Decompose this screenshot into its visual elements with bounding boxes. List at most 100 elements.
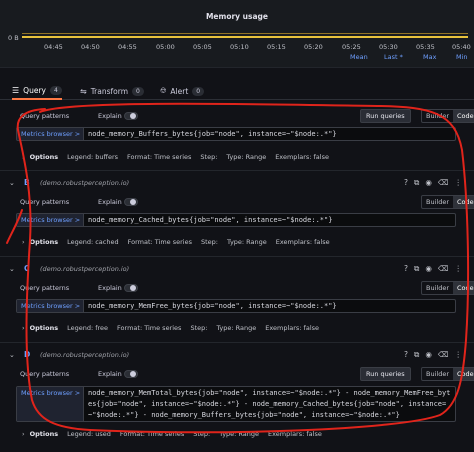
explain-label: Explain (98, 112, 122, 120)
database-icon: ☰ (12, 85, 20, 95)
option-exemplars: Exemplars: false (275, 153, 329, 161)
query-patterns-dropdown[interactable]: Query patterns (20, 112, 69, 120)
run-queries-button[interactable]: Run queries (360, 367, 411, 381)
option-format: Format: Time series (119, 430, 185, 438)
builder-mode-button[interactable]: Builder (422, 196, 453, 208)
divider (0, 256, 474, 257)
query-expression[interactable]: node_memory_Cached_bytes{job="node", ins… (88, 215, 451, 226)
legend-header-max[interactable]: Max (423, 53, 436, 61)
divider (0, 342, 474, 343)
y-axis-label: 0 B (8, 34, 19, 42)
query-editor-d[interactable]: Metrics browser > node_memory_MemTotal_b… (16, 386, 456, 422)
transform-icon: ⇋ (80, 86, 87, 96)
query-actions: ? ⧉ ◉ ⌫ ⋮ (404, 350, 462, 360)
x-tick: 05:15 (267, 43, 286, 51)
eye-icon[interactable]: ◉ (425, 350, 432, 360)
option-exemplars: Exemplars: false (268, 430, 322, 438)
metrics-browser-button[interactable]: Metrics browser > (17, 387, 84, 421)
option-step: Step: (201, 238, 218, 246)
x-tick: 04:50 (81, 43, 100, 51)
explain-toggle[interactable] (124, 370, 138, 378)
query-ref-id[interactable]: B (24, 178, 30, 187)
x-tick: 05:25 (342, 43, 361, 51)
code-mode-button[interactable]: Code (453, 368, 474, 380)
query-patterns-dropdown[interactable]: Query patterns (20, 198, 69, 206)
datasource-name: (demo.robustperception.io) (40, 179, 130, 187)
explain-toggle[interactable] (124, 284, 138, 292)
builder-mode-button[interactable]: Builder (422, 282, 453, 294)
option-step: Step: (200, 153, 218, 161)
query-ref-id[interactable]: C (24, 264, 30, 273)
chevron-right-icon: › (22, 238, 25, 246)
option-type: Type: Range (226, 153, 267, 161)
trash-icon[interactable]: ⌫ (438, 264, 449, 274)
code-mode-button[interactable]: Code (453, 196, 474, 208)
duplicate-icon[interactable]: ⧉ (414, 264, 419, 274)
eye-icon[interactable]: ◉ (425, 178, 432, 188)
query-options-c[interactable]: › Options Legend: free Format: Time seri… (22, 322, 319, 334)
legend-header-min[interactable]: Min (456, 53, 468, 61)
editor-mode-switch: Builder Code (421, 195, 474, 209)
options-label: Options (29, 238, 59, 246)
query-expression[interactable]: node_memory_MemTotal_bytes{job="node", i… (88, 388, 451, 421)
query-options-d[interactable]: › Options Legend: used Format: Time seri… (22, 428, 322, 440)
option-step: Step: (190, 324, 208, 332)
help-icon[interactable]: ? (404, 264, 408, 274)
help-icon[interactable]: ? (404, 350, 408, 360)
tab-alert[interactable]: ⎊ Alert 0 (160, 82, 205, 100)
drag-handle-icon[interactable]: ⋮ (455, 350, 463, 360)
tab-count: 4 (49, 85, 62, 95)
metrics-browser-button[interactable]: Metrics browser > (17, 300, 84, 312)
x-axis: 04:45 04:50 04:55 05:00 05:05 05:10 05:1… (0, 43, 474, 53)
explain-toggle[interactable] (124, 198, 138, 206)
duplicate-icon[interactable]: ⧉ (414, 350, 419, 360)
query-editor-a[interactable]: Metrics browser > node_memory_Buffers_by… (16, 127, 456, 141)
builder-mode-button[interactable]: Builder (422, 368, 453, 380)
legend-header-mean[interactable]: Mean (350, 53, 368, 61)
builder-mode-button[interactable]: Builder (422, 110, 453, 122)
query-ref-id[interactable]: D (24, 350, 30, 359)
x-tick: 05:20 (304, 43, 323, 51)
x-tick: 05:40 (452, 43, 471, 51)
drag-handle-icon[interactable]: ⋮ (455, 178, 463, 188)
graph-panel: Memory usage 0 B 04:45 04:50 04:55 05:00… (0, 0, 474, 68)
query-editor-b[interactable]: Metrics browser > node_memory_Cached_byt… (16, 213, 456, 227)
option-exemplars: Exemplars: false (275, 238, 330, 246)
collapse-chevron-icon[interactable]: ⌄ (9, 179, 15, 187)
query-expression[interactable]: node_memory_Buffers_bytes{job="node", in… (88, 129, 451, 140)
query-list: Query patterns Explain Run queries Build… (0, 100, 474, 452)
query-patterns-dropdown[interactable]: Query patterns (20, 370, 69, 378)
query-options-a[interactable]: › Options Legend: buffers Format: Time s… (22, 151, 329, 163)
collapse-chevron-icon[interactable]: ⌄ (9, 351, 15, 359)
duplicate-icon[interactable]: ⧉ (414, 178, 419, 188)
metrics-browser-button[interactable]: Metrics browser > (17, 214, 84, 226)
run-queries-button[interactable]: Run queries (360, 109, 411, 123)
trash-icon[interactable]: ⌫ (438, 350, 449, 360)
eye-icon[interactable]: ◉ (425, 264, 432, 274)
help-icon[interactable]: ? (404, 178, 408, 188)
option-type: Type: Range (227, 238, 267, 246)
trash-icon[interactable]: ⌫ (438, 178, 449, 188)
code-mode-button[interactable]: Code (453, 110, 474, 122)
chevron-right-icon: › (22, 324, 25, 332)
query-toolbar: Query patterns Explain Builder Code (16, 194, 474, 211)
options-label: Options (29, 153, 59, 161)
x-tick: 05:00 (156, 43, 175, 51)
query-editor-c[interactable]: Metrics browser > node_memory_MemFree_by… (16, 299, 456, 313)
metrics-browser-button[interactable]: Metrics browser > (17, 128, 84, 140)
tab-transform[interactable]: ⇋ Transform 0 (80, 82, 144, 100)
query-actions: ? ⧉ ◉ ⌫ ⋮ (404, 264, 462, 274)
legend-header-last[interactable]: Last * (384, 53, 403, 61)
explain-toggle[interactable] (124, 112, 138, 120)
option-type: Type: Range (219, 430, 260, 438)
query-options-b[interactable]: › Options Legend: cached Format: Time se… (22, 236, 330, 248)
collapse-chevron-icon[interactable]: ⌄ (9, 265, 15, 273)
code-mode-button[interactable]: Code (453, 282, 474, 294)
tab-label: Alert (170, 86, 189, 96)
editor-tabs: ☰ Query 4 ⇋ Transform 0 ⎊ Alert 0 (0, 78, 474, 100)
drag-handle-icon[interactable]: ⋮ (455, 264, 463, 274)
query-actions: ? ⧉ ◉ ⌫ ⋮ (404, 178, 462, 188)
tab-query[interactable]: ☰ Query 4 (12, 82, 62, 100)
query-patterns-dropdown[interactable]: Query patterns (20, 284, 69, 292)
query-expression[interactable]: node_memory_MemFree_bytes{job="node", in… (88, 301, 451, 312)
